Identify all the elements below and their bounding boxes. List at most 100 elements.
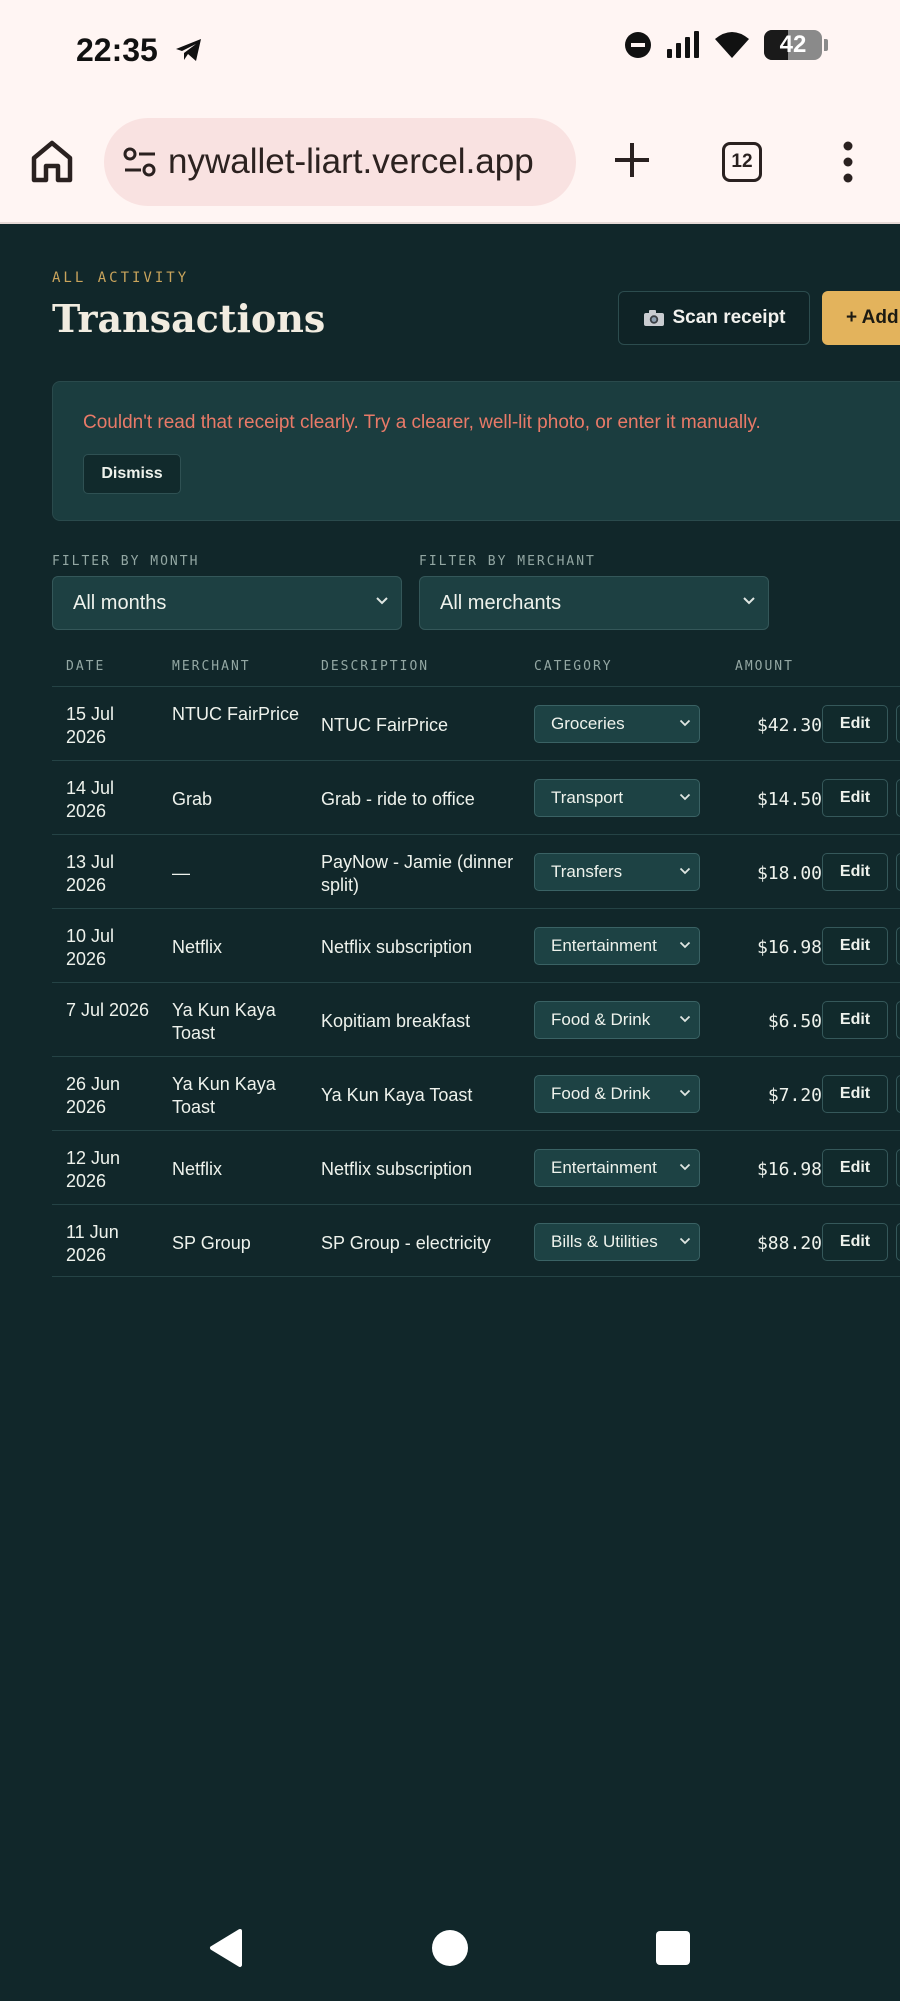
address-bar[interactable]: nywallet-liart.vercel.app bbox=[104, 118, 576, 206]
transaction-date: 14 Jul 2026 bbox=[66, 778, 115, 821]
transaction-description: NTUC FairPrice bbox=[321, 715, 449, 735]
recents-icon[interactable] bbox=[656, 1931, 690, 1965]
edit-label: Edit bbox=[839, 1085, 871, 1102]
category-value: Food & Drink bbox=[551, 1084, 651, 1103]
status-time: 22:35 bbox=[76, 32, 158, 68]
table-row: 14 Jul 2026 Grab Grab - ride to office Tran… bbox=[52, 760, 900, 834]
row-action-button[interactable] bbox=[896, 927, 900, 965]
edit-label: Edit bbox=[839, 937, 871, 954]
category-select[interactable]: Transfers bbox=[534, 853, 700, 891]
new-tab-icon[interactable] bbox=[612, 140, 652, 180]
scan-receipt-button[interactable]: Scan receipt bbox=[618, 291, 810, 345]
category-value: Transfers bbox=[551, 862, 623, 881]
browser-toolbar: nywallet-liart.vercel.app 12 bbox=[0, 100, 900, 224]
transaction-amount: $16.98 bbox=[756, 937, 822, 958]
transaction-merchant: — bbox=[172, 863, 190, 883]
table-row: 15 Jul 2026 NTUC FairPrice NTUC FairPrice G… bbox=[52, 686, 900, 760]
site-settings-icon[interactable] bbox=[122, 146, 158, 178]
row-action-button[interactable] bbox=[896, 1223, 900, 1261]
edit-button[interactable]: Edit bbox=[822, 779, 888, 817]
edit-button[interactable]: Edit bbox=[822, 1001, 888, 1039]
transaction-date: 13 Jul 2026 bbox=[66, 852, 115, 895]
transaction-merchant: Ya Kun Kaya Toast bbox=[172, 1074, 276, 1117]
category-select[interactable]: Groceries bbox=[534, 705, 700, 743]
transaction-amount: $88.20 bbox=[756, 1233, 822, 1254]
column-header-category: CATEGORY bbox=[534, 659, 613, 674]
transaction-merchant: Netflix bbox=[172, 1159, 223, 1179]
transaction-amount: $14.50 bbox=[756, 789, 822, 810]
edit-button[interactable]: Edit bbox=[822, 927, 888, 965]
category-value: Entertainment bbox=[551, 1158, 657, 1177]
transactions-page: ALL ACTIVITY Transactions Scan receipt +… bbox=[0, 226, 900, 1906]
page-title: Transactions bbox=[52, 296, 326, 341]
category-select[interactable]: Food & Drink bbox=[534, 1001, 700, 1039]
column-header-description: DESCRIPTION bbox=[321, 659, 430, 674]
transaction-date: 7 Jul 2026 bbox=[66, 1000, 150, 1020]
tab-count: 12 bbox=[731, 151, 753, 172]
category-value: Entertainment bbox=[551, 936, 657, 955]
row-action-button[interactable] bbox=[896, 1001, 900, 1039]
battery-icon: 42 bbox=[764, 30, 822, 60]
category-value: Transport bbox=[551, 788, 624, 807]
scan-receipt-label: Scan receipt bbox=[672, 307, 786, 328]
merchant-filter-select[interactable]: All merchants bbox=[419, 576, 769, 630]
chevron-down-icon bbox=[679, 793, 691, 801]
category-value: Food & Drink bbox=[551, 1010, 651, 1029]
chevron-down-icon bbox=[679, 1237, 691, 1245]
month-filter-value: All months bbox=[73, 591, 167, 614]
transaction-description: Ya Kun Kaya Toast bbox=[321, 1085, 473, 1105]
edit-label: Edit bbox=[839, 1233, 871, 1250]
transaction-amount: $6.50 bbox=[767, 1011, 822, 1032]
edit-button[interactable]: Edit bbox=[822, 1223, 888, 1261]
row-action-button[interactable] bbox=[896, 779, 900, 817]
menu-icon[interactable] bbox=[838, 140, 858, 184]
edit-button[interactable]: Edit bbox=[822, 1149, 888, 1187]
transaction-date: 12 Jun 2026 bbox=[66, 1148, 121, 1191]
edit-button[interactable]: Edit bbox=[822, 1075, 888, 1113]
transaction-merchant: Grab bbox=[172, 789, 213, 809]
transaction-description: PayNow - Jamie (dinner split) bbox=[321, 852, 514, 895]
category-select[interactable]: Transport bbox=[534, 779, 700, 817]
category-select[interactable]: Entertainment bbox=[534, 927, 700, 965]
transaction-description: SP Group - electricity bbox=[321, 1233, 491, 1253]
category-select[interactable]: Entertainment bbox=[534, 1149, 700, 1187]
chevron-down-icon bbox=[679, 1015, 691, 1023]
row-action-button[interactable] bbox=[896, 853, 900, 891]
merchant-filter-value: All merchants bbox=[440, 591, 562, 614]
add-transaction-button[interactable]: + Add bbox=[822, 291, 900, 345]
chevron-down-icon bbox=[679, 1163, 691, 1171]
category-value: Bills & Utilities bbox=[551, 1232, 658, 1251]
row-action-button[interactable] bbox=[896, 705, 900, 743]
column-header-merchant: MERCHANT bbox=[172, 659, 251, 674]
month-filter-select[interactable]: All months bbox=[52, 576, 402, 630]
category-select[interactable]: Food & Drink bbox=[534, 1075, 700, 1113]
battery-level: 42 bbox=[779, 31, 807, 58]
transaction-merchant: Ya Kun Kaya Toast bbox=[172, 1000, 276, 1043]
transaction-date: 15 Jul 2026 bbox=[66, 704, 115, 747]
transaction-date: 26 Jun 2026 bbox=[66, 1074, 121, 1117]
transaction-merchant: Netflix bbox=[172, 937, 223, 957]
page-eyebrow: ALL ACTIVITY bbox=[52, 270, 190, 286]
edit-button[interactable]: Edit bbox=[822, 705, 888, 743]
edit-label: Edit bbox=[839, 863, 871, 880]
edit-label: Edit bbox=[839, 715, 871, 732]
home-icon[interactable] bbox=[30, 138, 74, 184]
row-action-button[interactable] bbox=[896, 1075, 900, 1113]
back-icon[interactable] bbox=[208, 1928, 244, 1968]
transaction-description: Netflix subscription bbox=[321, 1159, 473, 1179]
month-filter-label: FILTER BY MONTH bbox=[52, 554, 200, 569]
chevron-down-icon bbox=[679, 719, 691, 727]
edit-label: Edit bbox=[839, 1011, 871, 1028]
edit-label: Edit bbox=[839, 789, 871, 806]
edit-button[interactable]: Edit bbox=[822, 853, 888, 891]
transaction-date: 10 Jul 2026 bbox=[66, 926, 115, 969]
category-value: Groceries bbox=[551, 714, 625, 733]
tabs-icon[interactable]: 12 bbox=[722, 142, 762, 182]
transaction-merchant: NTUC FairPrice bbox=[172, 704, 300, 724]
row-action-button[interactable] bbox=[896, 1149, 900, 1187]
home-nav-icon[interactable] bbox=[432, 1930, 468, 1966]
chevron-down-icon bbox=[679, 867, 691, 875]
category-select[interactable]: Bills & Utilities bbox=[534, 1223, 700, 1261]
dismiss-button[interactable]: Dismiss bbox=[83, 454, 181, 494]
transaction-description: Kopitiam breakfast bbox=[321, 1011, 471, 1031]
